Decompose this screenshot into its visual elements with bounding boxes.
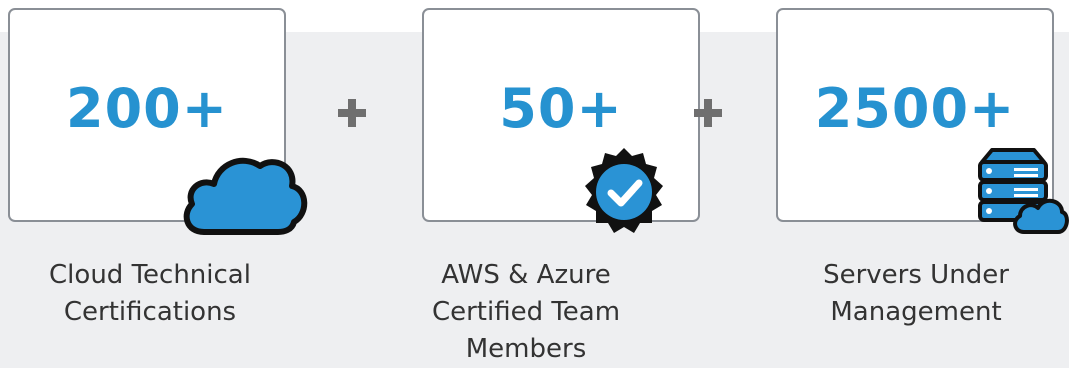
caption-line: Members bbox=[465, 334, 587, 364]
caption-line: Servers Under bbox=[823, 260, 1009, 290]
cloud-icon bbox=[183, 157, 308, 235]
stat-caption-team-members: AWS & Azure Certified Team Members bbox=[376, 257, 676, 368]
stat-value: 200+ bbox=[66, 77, 228, 140]
caption-line: AWS & Azure bbox=[441, 260, 611, 290]
plus-icon bbox=[694, 99, 722, 127]
verified-badge-icon bbox=[585, 148, 663, 233]
caption-line: Certified Team bbox=[431, 297, 621, 327]
stat-value: 50+ bbox=[499, 77, 623, 140]
stat-value: 2500+ bbox=[814, 77, 1016, 140]
caption-line: Cloud Technical bbox=[49, 260, 251, 290]
stat-caption-servers: Servers Under Management bbox=[766, 257, 1066, 331]
caption-line: Management bbox=[830, 297, 1002, 327]
plus-icon bbox=[338, 99, 366, 127]
server-cloud-icon bbox=[978, 148, 1069, 234]
caption-line: Certifications bbox=[63, 297, 237, 327]
stat-caption-certifications: Cloud Technical Certifications bbox=[0, 257, 300, 331]
